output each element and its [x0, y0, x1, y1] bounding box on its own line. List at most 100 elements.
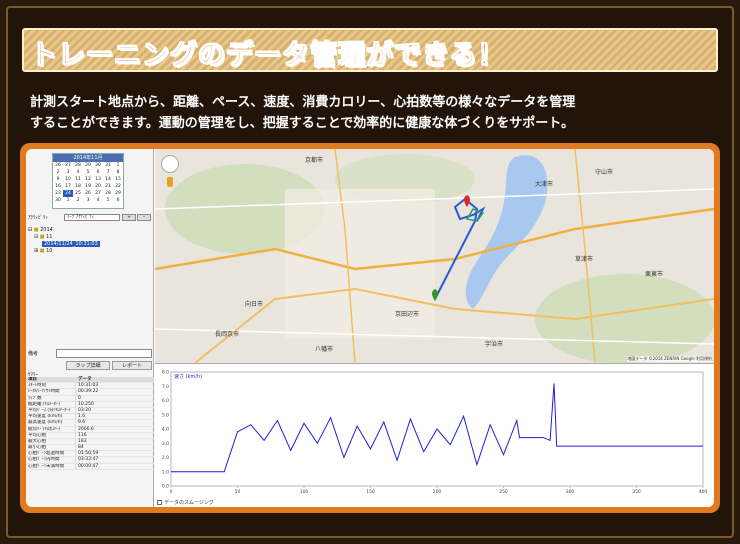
row-label: 総ｶﾛﾘｰ (ｷﾛｶﾛﾘｰ): [26, 426, 76, 432]
calendar-day[interactable]: 19: [83, 183, 93, 190]
memo-input[interactable]: [56, 349, 152, 358]
panel-tabs: ラップ詳細 レポート: [26, 361, 154, 370]
y-tick-label: 8.0: [162, 370, 169, 376]
calendar-day[interactable]: 30: [53, 197, 63, 204]
y-tick-label: 5.0: [162, 412, 169, 418]
smoothing-option[interactable]: データのスムージング: [157, 499, 214, 506]
x-tick-label: 350: [632, 489, 641, 495]
calendar-day[interactable]: 6: [113, 197, 123, 204]
calendar-day[interactable]: 26: [53, 162, 63, 169]
folder-icon: ■: [39, 234, 45, 240]
tree-month[interactable]: ⊟ ■ 11: [28, 234, 100, 241]
calendar: 2014年11月 26 27 28 29 30 31 1 2 3 4 5 6 7 8 9 10 11 12 13 14…: [52, 153, 124, 209]
x-tick-label: 400: [699, 489, 708, 495]
calendar-day[interactable]: 6: [93, 169, 103, 176]
x-tick-label: 300: [566, 489, 575, 495]
calendar-day[interactable]: 18: [73, 183, 83, 190]
street-view-icon[interactable]: [167, 177, 173, 187]
calendar-day[interactable]: 30: [93, 162, 103, 169]
row-value: 00:39:22: [78, 389, 99, 395]
calendar-day[interactable]: 1: [63, 197, 73, 204]
calendar-day[interactable]: 21: [103, 183, 113, 190]
app-window: 2014年11月 26 27 28 29 30 31 1 2 3 4 5 6 7 8 9 10 11 12 13 14…: [26, 149, 714, 507]
calendar-day[interactable]: 7: [103, 169, 113, 176]
calendar-day[interactable]: 8: [113, 169, 123, 176]
x-tick-label: 0: [170, 489, 173, 495]
row-value: 2666.6: [78, 426, 94, 432]
row-label: 平均心拍: [26, 432, 76, 438]
y-tick-label: 6.0: [162, 398, 169, 404]
y-tick-label: 0.0: [162, 484, 169, 490]
calendar-day[interactable]: 16: [53, 183, 63, 190]
end-marker-icon[interactable]: [464, 195, 470, 207]
row-label: 最高速度 (km/h): [26, 420, 76, 426]
speed-chart-svg: 0.0 1.0 2.0 3.0 4.0 5.0 6.0 7.0 8.0 0 50 100 150 200 2…: [162, 370, 708, 496]
map-label-ritto: 栗東市: [645, 271, 664, 278]
route-map[interactable]: 京都市 大津市 守山市 宇治市 八幡市 長岡京市 向日市 草津市 栗東市 京田辺…: [155, 149, 714, 363]
title-banner: トレーニングのデータ管理ができる！: [22, 28, 718, 72]
tab-report[interactable]: レポート: [112, 361, 152, 370]
calendar-day[interactable]: 2: [53, 169, 63, 176]
banner-title: トレーニングのデータ管理ができる！: [29, 40, 506, 72]
row-value: 183: [78, 438, 87, 444]
calendar-day[interactable]: 28: [73, 162, 83, 169]
folder-icon: ■: [39, 248, 45, 254]
remove-button[interactable]: ｰ: [137, 214, 151, 221]
calendar-day[interactable]: 3: [83, 197, 93, 204]
calendar-day[interactable]: 11: [73, 176, 83, 183]
tab-lap[interactable]: ラップ詳細: [66, 361, 110, 370]
smoothing-checkbox[interactable]: [157, 500, 162, 505]
calendar-day[interactable]: 4: [73, 169, 83, 176]
calendar-day[interactable]: 15: [113, 176, 123, 183]
calendar-day[interactable]: 26: [83, 190, 93, 197]
tree-month-2[interactable]: ⊞ ■ 10: [28, 248, 100, 255]
map-pan-control[interactable]: [161, 155, 179, 173]
calendar-day[interactable]: 31: [103, 162, 113, 169]
add-button[interactable]: +: [122, 214, 136, 221]
page-frame: トレーニングのデータ管理ができる！ 計測スタート地点から、距離、ペース、速度、消…: [0, 0, 740, 544]
calendar-day[interactable]: 3: [63, 169, 73, 176]
tree-year[interactable]: ⊟ ■ 2014: [28, 227, 100, 234]
row-label: 総距離 (ｷﾛﾒｰﾀｰ): [26, 401, 76, 407]
row-label: ﾄｰﾀﾙﾜｰｸｱｳﾄ時間: [26, 389, 76, 395]
calendar-day[interactable]: 27: [93, 190, 103, 197]
calendar-day[interactable]: 20: [93, 183, 103, 190]
calendar-day[interactable]: 17: [63, 183, 73, 190]
row-label: 最大心拍: [26, 438, 76, 445]
app-screenshot-frame: 2014年11月 26 27 28 29 30 31 1 2 3 4 5 6 7 8 9 10 11 12 13 14…: [20, 143, 720, 513]
calendar-day[interactable]: 29: [83, 162, 93, 169]
column-header: データ: [78, 377, 92, 382]
calendar-day[interactable]: 29: [113, 190, 123, 197]
y-tick-label: 3.0: [162, 441, 169, 447]
x-tick-label: 150: [366, 489, 375, 495]
row-label: ｽﾀｰﾄ時刻: [26, 383, 76, 389]
calendar-day[interactable]: 27: [63, 162, 73, 169]
calendar-header: 2014年11月: [53, 154, 123, 162]
left-panel: 2014年11月 26 27 28 29 30 31 1 2 3 4 5 6 7 8 9 10 11 12 13 14…: [26, 149, 154, 507]
calendar-day[interactable]: 23: [53, 190, 63, 197]
calendar-day[interactable]: 5: [83, 169, 93, 176]
activity-select[interactable]: ｲｰﾌﾞｱｸﾃｨﾋﾞﾃｨ: [64, 214, 120, 221]
y-tick-label: 4.0: [162, 427, 169, 433]
calendar-day[interactable]: 25: [73, 190, 83, 197]
y-tick-label: 1.0: [162, 469, 169, 475]
memo-row: 備考: [26, 349, 154, 359]
calendar-day[interactable]: 14: [103, 176, 113, 183]
folder-icon: ■: [33, 227, 39, 233]
tree-entry[interactable]: 2014/11/24_10:31:03: [28, 241, 100, 248]
calendar-day[interactable]: 24: [63, 190, 73, 197]
row-value: 116: [78, 432, 87, 438]
calendar-day[interactable]: 22: [113, 183, 123, 190]
calendar-day[interactable]: 5: [103, 197, 113, 204]
calendar-day[interactable]: 28: [103, 190, 113, 197]
calendar-day[interactable]: 2: [73, 197, 83, 204]
calendar-day[interactable]: 10: [63, 176, 73, 183]
calendar-day[interactable]: 1: [113, 162, 123, 169]
map-label-uji: 宇治市: [485, 341, 504, 348]
row-value: 84: [78, 445, 84, 451]
map-label-moriyama: 守山市: [595, 169, 614, 176]
calendar-day[interactable]: 12: [83, 176, 93, 183]
calendar-day[interactable]: 13: [93, 176, 103, 183]
calendar-day[interactable]: 4: [93, 197, 103, 204]
calendar-day[interactable]: 9: [53, 176, 63, 183]
